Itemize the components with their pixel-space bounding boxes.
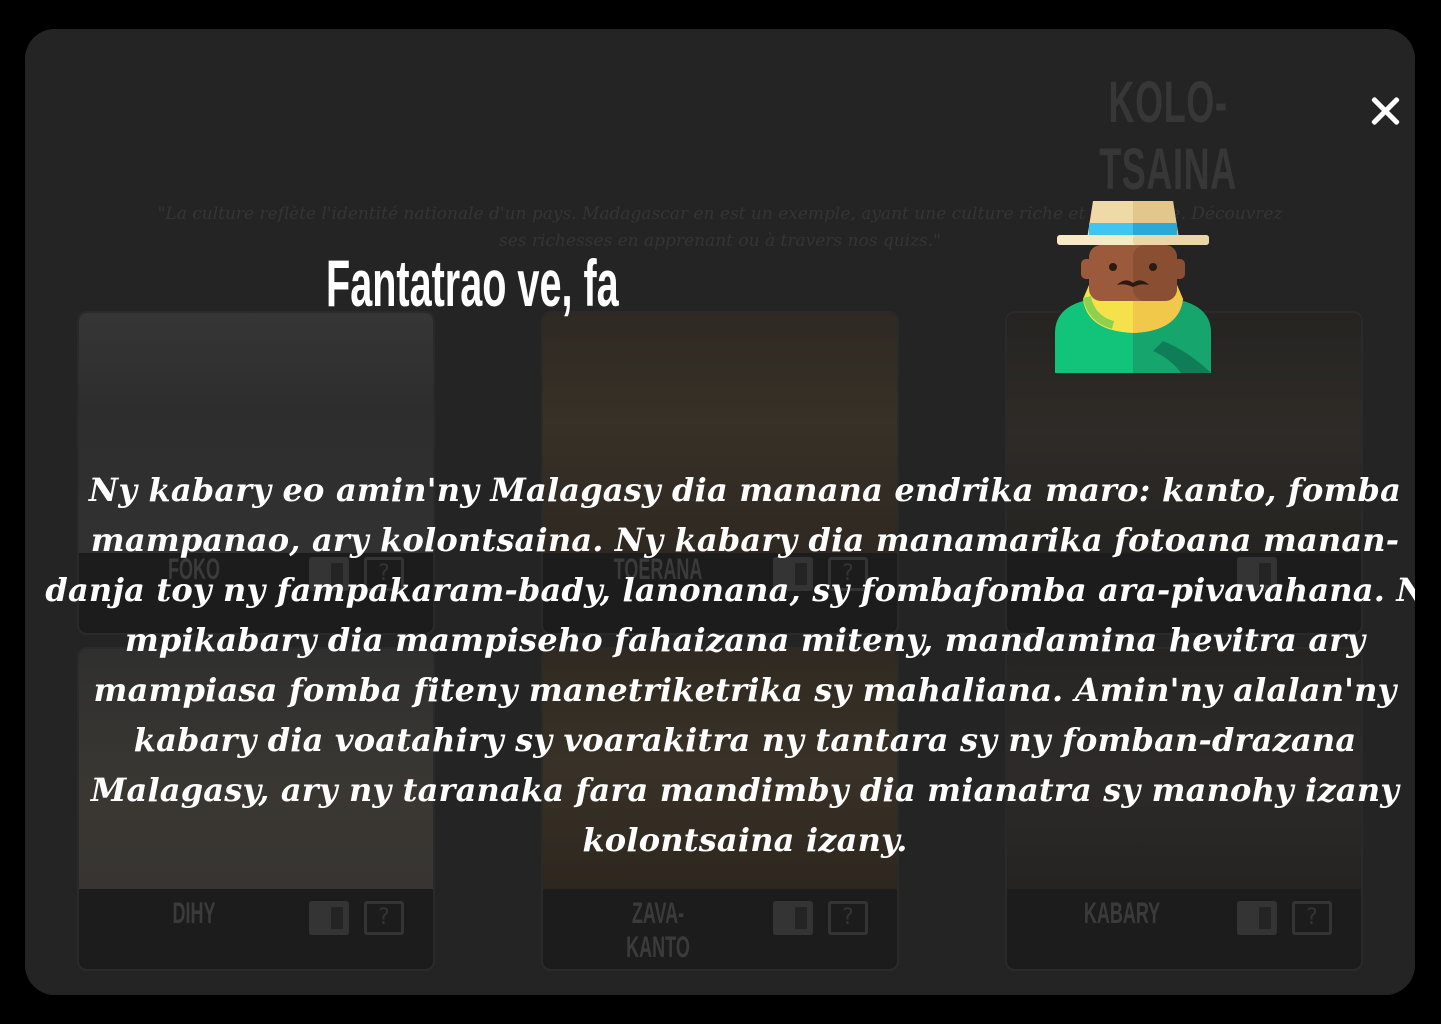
- modal-body-text: Ny kabary eo amin'ny Malagasy dia manana…: [45, 471, 1415, 859]
- modal-title: Fantatrao ve, fa: [326, 246, 619, 320]
- malagasy-man-avatar-icon: [1055, 201, 1211, 373]
- close-icon[interactable]: [1363, 89, 1407, 133]
- modal-overlay: KOLO-TSAINA "La culture reflète l'identi…: [25, 29, 1415, 995]
